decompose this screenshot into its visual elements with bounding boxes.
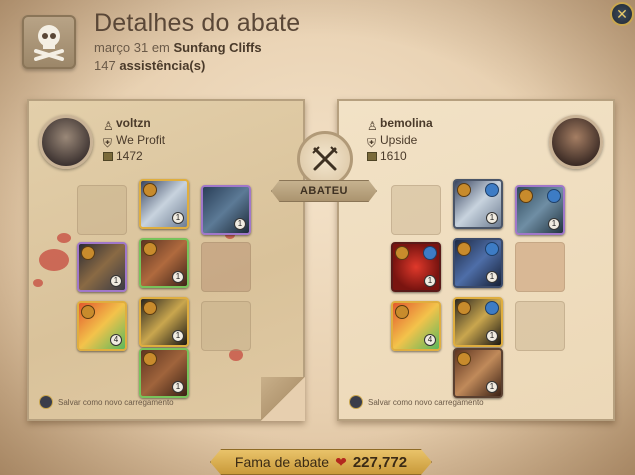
- mount-slot[interactable]: 1: [453, 348, 503, 398]
- close-button[interactable]: ✕: [610, 2, 634, 26]
- close-icon: ✕: [616, 5, 628, 22]
- victim-guild[interactable]: Upside: [380, 132, 417, 149]
- guild-shield-icon: ⛨: [367, 135, 377, 150]
- mount-slot[interactable]: 1: [139, 348, 189, 398]
- victim-info: ♙ bemolina ⛨ Upside 1610: [367, 115, 433, 165]
- boots-slot[interactable]: 1: [453, 297, 503, 347]
- in-word: em: [151, 40, 170, 55]
- fame-icon: ❤: [335, 453, 347, 470]
- killer-avatar[interactable]: [39, 115, 93, 169]
- person-icon: ♙: [367, 119, 378, 134]
- save-loadout-label: Salvar como novo carregamento: [368, 397, 484, 407]
- kill-date: março 31: [94, 40, 149, 55]
- kill-fame-label: Fama de abate: [234, 454, 330, 470]
- save-loadout-button[interactable]: Salvar como novo carregamento: [39, 395, 174, 409]
- food-slot-empty: [201, 301, 251, 351]
- item-power-icon: [367, 151, 377, 161]
- boots-slot[interactable]: 1: [139, 297, 189, 347]
- assist-label: assistência(s): [119, 58, 206, 73]
- page-title: Detalhes do abate: [94, 9, 301, 37]
- helmet-slot[interactable]: 1: [139, 179, 189, 229]
- off-hand-slot-ghost: [515, 242, 565, 292]
- victim-avatar[interactable]: [549, 115, 603, 169]
- main-hand-slot[interactable]: 1: [391, 242, 441, 292]
- guild-shield-icon: ⛨: [103, 135, 113, 150]
- kill-fame-value: 227,772: [352, 453, 408, 471]
- kill-fame-bar: Fama de abate ❤ 227,772: [210, 449, 432, 475]
- item-power-icon: [103, 151, 113, 161]
- cape-slot[interactable]: 1: [201, 185, 251, 235]
- killed-label: ABATEU: [271, 180, 377, 202]
- chest-armor-slot[interactable]: 1: [139, 238, 189, 288]
- chest-armor-slot[interactable]: 1: [453, 238, 503, 288]
- kill-date-location: março 31 em Sunfang Cliffs: [94, 40, 262, 55]
- crossed-swords-icon: [297, 131, 353, 187]
- killer-item-power: 1472: [116, 149, 143, 163]
- victim-item-power: 1610: [380, 149, 407, 163]
- save-loadout-button[interactable]: Salvar como novo carregamento: [349, 395, 484, 409]
- skull-crossbones-icon: [22, 15, 76, 69]
- killer-info: ♙ voltzn ⛨ We Profit 1472: [103, 115, 165, 165]
- killer-guild[interactable]: We Profit: [116, 132, 165, 149]
- bag-slot-empty: [77, 185, 127, 235]
- helmet-slot[interactable]: 1: [453, 179, 503, 229]
- assist-count: 147: [94, 58, 116, 73]
- bag-slot-empty: [391, 185, 441, 235]
- killer-panel: ♙ voltzn ⛨ We Profit 1472 1 1 1 1 4 1 1 …: [27, 99, 305, 421]
- victim-panel: ♙ bemolina ⛨ Upside 1610 1 1 1 1 4 1 1 S…: [337, 99, 615, 421]
- cape-slot[interactable]: 1: [515, 185, 565, 235]
- victim-name[interactable]: bemolina: [380, 115, 433, 132]
- person-icon: ♙: [103, 119, 114, 134]
- off-hand-slot-ghost: [201, 242, 251, 292]
- main-hand-slot[interactable]: 1: [77, 242, 127, 292]
- killer-name[interactable]: voltzn: [116, 115, 151, 132]
- kill-location: Sunfang Cliffs: [173, 40, 262, 55]
- potion-slot[interactable]: 4: [391, 301, 441, 351]
- food-slot-empty: [515, 301, 565, 351]
- save-loadout-icon: [349, 395, 363, 409]
- save-loadout-icon: [39, 395, 53, 409]
- potion-slot[interactable]: 4: [77, 301, 127, 351]
- save-loadout-label: Salvar como novo carregamento: [58, 397, 174, 407]
- assist-info: 147 assistência(s): [94, 58, 205, 73]
